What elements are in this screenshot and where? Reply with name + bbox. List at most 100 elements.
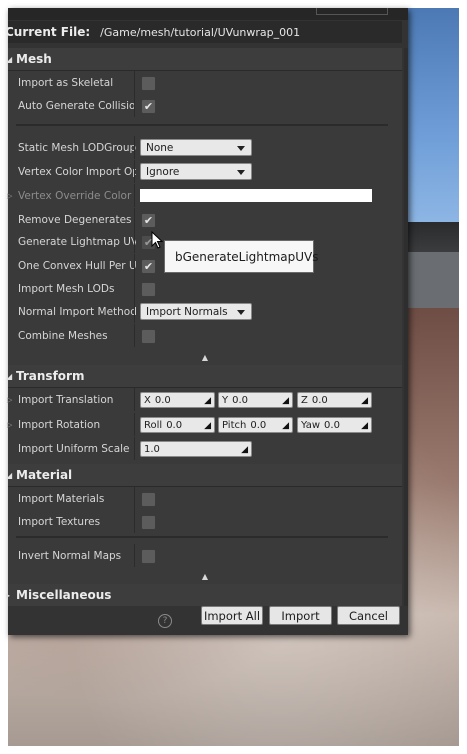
row-auto-generate-collision: Auto Generate Collision ✔ [8, 94, 402, 117]
expand-arrow-icon[interactable]: ▷ [7, 421, 12, 429]
row-combine-meshes: Combine Meshes [8, 324, 402, 347]
label-vertex-color-import: Vertex Color Import Option [18, 165, 136, 178]
chevron-down-icon [237, 170, 245, 175]
column-divider [134, 277, 135, 300]
column-divider [134, 388, 135, 411]
label-invert-normal-maps: Invert Normal Maps [18, 549, 122, 562]
section-misc-header[interactable]: ▸ Miscellaneous [6, 584, 402, 607]
scrollbar[interactable] [404, 48, 408, 608]
import-all-button[interactable]: Import All [201, 606, 263, 625]
label-remove-degenerates: Remove Degenerates [18, 213, 132, 226]
current-file-path: /Game/mesh/tutorial/UVunwrap_001 [100, 25, 301, 39]
column-divider [134, 254, 135, 277]
label-import-translation: Import Translation [18, 393, 114, 406]
column-divider [134, 208, 135, 231]
checkbox-import-as-skeletal[interactable] [141, 76, 156, 91]
section-material-title: Material [16, 468, 73, 482]
section-mesh-header[interactable]: ◢ Mesh [6, 48, 402, 71]
row-vertex-color-import: Vertex Color Import Option Ignore [8, 160, 402, 183]
translation-x-field[interactable]: X 0.0 ◢ [140, 392, 215, 408]
label-import-textures: Import Textures [18, 515, 101, 528]
current-file-label: Current File: [5, 25, 91, 39]
drag-arrow-icon: ◢ [361, 421, 368, 431]
field-value: 1.0 [144, 443, 160, 455]
options-panel: ◢ Mesh Import as Skeletal Auto Generate … [6, 48, 402, 608]
translation-z-field[interactable]: Z 0.0 ◢ [297, 392, 372, 408]
expand-arrow-icon[interactable]: ▷ [7, 396, 12, 404]
label-generate-lightmap-uvs: Generate Lightmap UVs [18, 235, 136, 248]
row-normal-import-method: Normal Import Method Import Normals [8, 300, 402, 323]
import-button[interactable]: Import [269, 606, 332, 625]
checkbox-combine-meshes[interactable] [141, 329, 156, 344]
label-import-mesh-lods: Import Mesh LODs [18, 282, 115, 295]
checkbox-import-mesh-lods[interactable] [141, 282, 156, 297]
uniform-scale-field[interactable]: 1.0 ◢ [140, 441, 252, 457]
column-divider [134, 324, 135, 347]
column-divider [134, 160, 135, 183]
column-divider [134, 184, 135, 207]
section-transform-header[interactable]: ◢ Transform [6, 365, 402, 388]
row-remove-degenerates: Remove Degenerates ✔ [8, 208, 402, 231]
row-import-as-skeletal: Import as Skeletal [8, 71, 402, 94]
row-import-translation: ▷ Import Translation X 0.0 ◢ Y 0.0 ◢ Z 0… [7, 388, 402, 411]
column-divider [134, 230, 135, 253]
field-value: 0.0 [324, 419, 340, 431]
translation-y-field[interactable]: Y 0.0 ◢ [218, 392, 293, 408]
dropdown-value: Ignore [146, 165, 180, 178]
fbx-import-options-dialog: Current File: /Game/mesh/tutorial/UVunwr… [5, 8, 408, 635]
section-material-header[interactable]: ◢ Material [6, 464, 402, 487]
expand-arrow-icon[interactable]: ▷ [7, 192, 12, 200]
rotation-roll-field[interactable]: Roll 0.0 ◢ [140, 417, 215, 433]
label-combine-meshes: Combine Meshes [18, 329, 108, 342]
dropdown-static-mesh-lodgroup[interactable]: None [140, 139, 252, 156]
field-value: 0.0 [154, 394, 171, 406]
label-import-materials: Import Materials [18, 492, 105, 505]
mouse-cursor-icon [151, 231, 163, 249]
dropdown-vertex-color-import[interactable]: Ignore [140, 163, 252, 180]
checkbox-invert-normal-maps[interactable] [141, 549, 156, 564]
drag-arrow-icon: ◢ [204, 396, 211, 406]
axis-label: Pitch [222, 419, 247, 431]
column-divider [134, 544, 135, 567]
color-swatch-vertex-override[interactable] [140, 189, 372, 202]
field-value: 0.0 [166, 419, 183, 431]
window-controls[interactable] [316, 8, 388, 15]
label-one-convex-hull: One Convex Hull Per UCX [18, 259, 136, 272]
dropdown-value: Import Normals [146, 305, 228, 318]
group-separator [16, 124, 388, 126]
drag-arrow-icon: ◢ [361, 396, 368, 406]
rotation-pitch-field[interactable]: Pitch 0.0 ◢ [218, 417, 293, 433]
column-divider [134, 94, 135, 117]
collapse-advanced-mesh[interactable]: ▲ [8, 351, 402, 363]
label-static-mesh-lodgroup: Static Mesh LODGroup [18, 141, 136, 154]
label-import-uniform-scale: Import Uniform Scale [18, 442, 130, 455]
chevron-down-icon [237, 146, 245, 151]
cancel-button[interactable]: Cancel [337, 606, 400, 625]
row-import-uniform-scale: Import Uniform Scale 1.0 ◢ [8, 437, 402, 460]
column-divider [134, 487, 135, 510]
checkbox-one-convex-hull[interactable]: ✔ [141, 259, 156, 274]
dialog-button-bar: ? Import All Import Cancel [8, 606, 408, 635]
column-divider [134, 300, 135, 323]
row-invert-normal-maps: Invert Normal Maps [8, 544, 402, 567]
row-import-mesh-lods: Import Mesh LODs [8, 277, 402, 300]
collapse-advanced-material[interactable]: ▲ [8, 570, 402, 582]
column-divider [134, 413, 135, 436]
column-divider [134, 71, 135, 94]
title-bar[interactable] [8, 8, 408, 20]
row-import-textures: Import Textures [8, 510, 402, 533]
checkbox-remove-degenerates[interactable]: ✔ [141, 213, 156, 228]
section-misc-title: Miscellaneous [16, 588, 112, 602]
help-icon[interactable]: ? [158, 614, 172, 628]
rotation-yaw-field[interactable]: Yaw 0.0 ◢ [297, 417, 372, 433]
dropdown-normal-import-method[interactable]: Import Normals [140, 303, 252, 320]
row-import-materials: Import Materials [8, 487, 402, 510]
checkbox-import-materials[interactable] [141, 492, 156, 507]
checkbox-auto-generate-collision[interactable]: ✔ [141, 99, 156, 114]
drag-arrow-icon: ◢ [282, 421, 289, 431]
section-transform-title: Transform [16, 369, 85, 383]
section-closed-icon: ▸ [6, 590, 11, 600]
tooltip: bGenerateLightmapUVs [164, 240, 319, 273]
checkbox-import-textures[interactable] [141, 515, 156, 530]
field-value: 0.0 [232, 394, 249, 406]
